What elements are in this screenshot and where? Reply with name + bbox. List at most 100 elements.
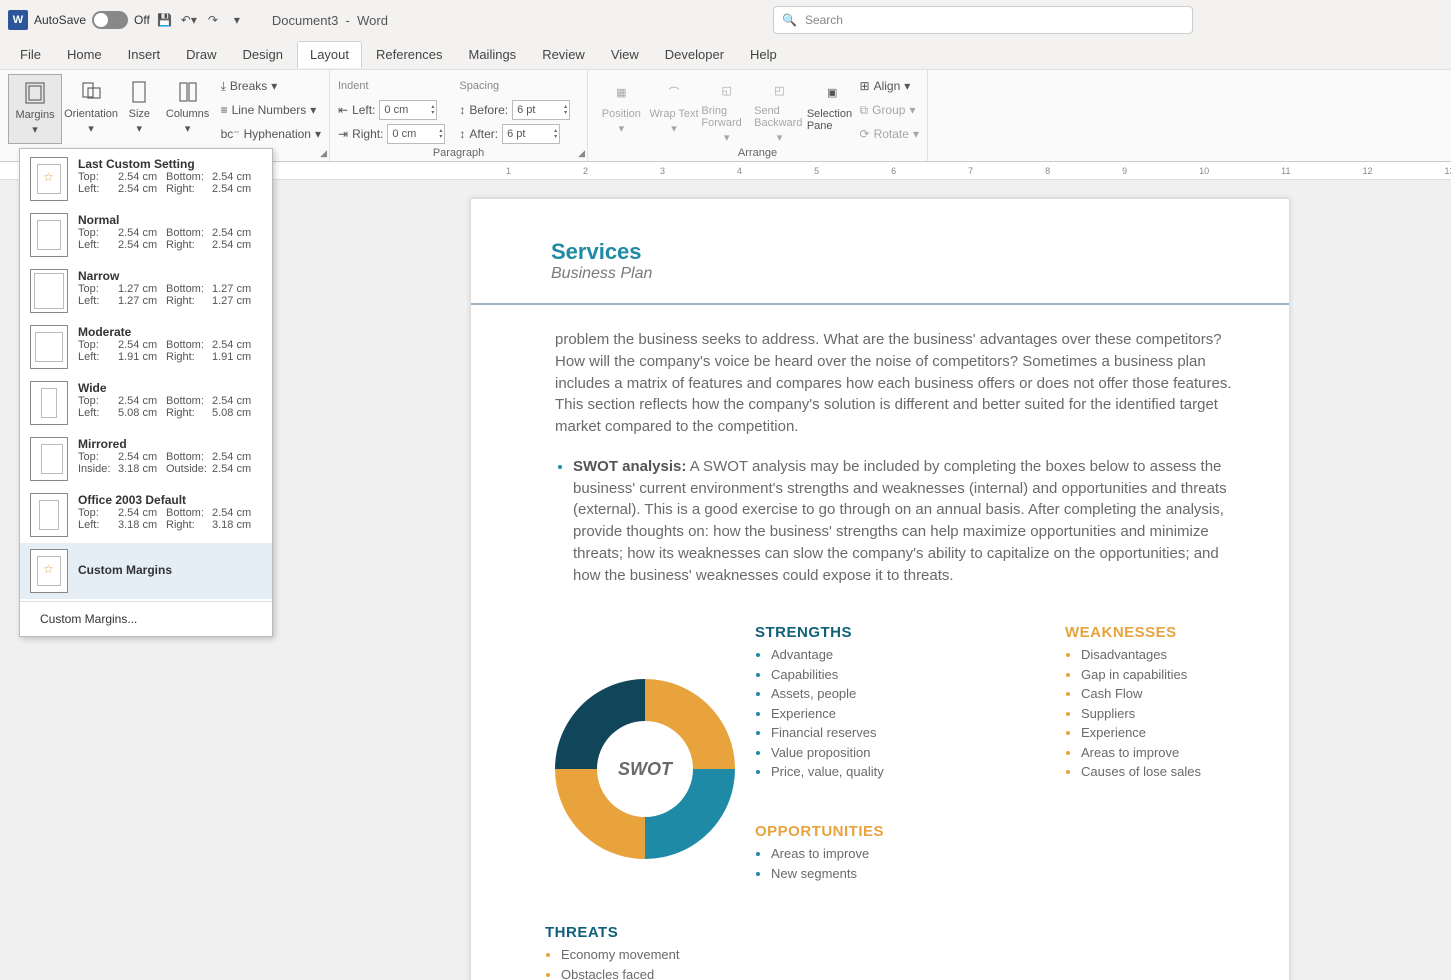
document-body[interactable]: problem the business seeks to address. W… bbox=[471, 305, 1289, 624]
margin-thumb-icon bbox=[30, 269, 68, 313]
list-item: Price, value, quality bbox=[771, 762, 1055, 782]
tab-design[interactable]: Design bbox=[231, 42, 295, 67]
tab-home[interactable]: Home bbox=[55, 42, 114, 67]
customize-qat-icon[interactable]: ▾ bbox=[228, 11, 246, 29]
selection-pane-icon: ▣ bbox=[818, 78, 846, 106]
tab-layout[interactable]: Layout bbox=[297, 41, 362, 68]
page-subtitle: Business Plan bbox=[551, 265, 1289, 283]
columns-icon bbox=[174, 78, 202, 106]
list-item: Economy movement bbox=[561, 945, 745, 965]
wrap-text-icon: ⌒ bbox=[660, 78, 688, 106]
indent-heading: Indent bbox=[338, 74, 445, 98]
list-item: Suppliers bbox=[1081, 704, 1265, 724]
send-backward-button[interactable]: ◰Send Backward▾ bbox=[754, 74, 805, 144]
indent-left-input[interactable]: 0 cm bbox=[379, 100, 437, 120]
margin-preset-last-custom-setting[interactable]: Last Custom SettingTop:2.54 cmBottom:2.5… bbox=[20, 151, 272, 207]
margin-preset-office-2003-default[interactable]: Office 2003 DefaultTop:2.54 cmBottom:2.5… bbox=[20, 487, 272, 543]
tab-draw[interactable]: Draw bbox=[174, 42, 228, 67]
margin-preset-narrow[interactable]: NarrowTop:1.27 cmBottom:1.27 cmLeft:1.27… bbox=[20, 263, 272, 319]
rotate-icon: ⟳ bbox=[860, 127, 870, 141]
custom-margins-command[interactable]: Custom Margins... bbox=[20, 604, 272, 634]
tab-references[interactable]: References bbox=[364, 42, 454, 67]
tab-help[interactable]: Help bbox=[738, 42, 789, 67]
send-backward-icon: ◰ bbox=[765, 78, 793, 103]
word-app-icon: W bbox=[8, 10, 28, 30]
group-icon: ⧉ bbox=[860, 103, 869, 118]
paragraph-dialog-launcher[interactable]: ◢ bbox=[578, 148, 585, 159]
threats-title: THREATS bbox=[545, 924, 745, 941]
ribbon-tabs: FileHomeInsertDrawDesignLayoutReferences… bbox=[0, 40, 1451, 70]
breaks-icon: ⤓ bbox=[221, 79, 226, 94]
list-item: Experience bbox=[1081, 723, 1265, 743]
position-icon: ▦ bbox=[607, 78, 635, 106]
line-numbers-button[interactable]: ≡ Line Numbers ▾ bbox=[221, 98, 321, 122]
orientation-icon bbox=[77, 78, 105, 106]
list-item: Experience bbox=[771, 704, 1055, 724]
tab-insert[interactable]: Insert bbox=[116, 42, 173, 67]
margin-preset-mirrored[interactable]: MirroredTop:2.54 cmBottom:2.54 cmInside:… bbox=[20, 431, 272, 487]
list-item: Assets, people bbox=[771, 684, 1055, 704]
tab-view[interactable]: View bbox=[599, 42, 651, 67]
rotate-button[interactable]: ⟳Rotate ▾ bbox=[860, 122, 919, 146]
columns-button[interactable]: Columns▾ bbox=[161, 74, 215, 144]
strengths-title: STRENGTHS bbox=[755, 624, 1055, 641]
weaknesses-title: WEAKNESSES bbox=[1065, 624, 1265, 641]
orientation-button[interactable]: Orientation▾ bbox=[64, 74, 118, 144]
list-item: Causes of lose sales bbox=[1081, 762, 1265, 782]
tab-review[interactable]: Review bbox=[530, 42, 597, 67]
redo-button[interactable]: ↷ bbox=[204, 11, 222, 29]
spacing-heading: Spacing bbox=[459, 74, 570, 98]
save-icon[interactable]: 💾 bbox=[156, 11, 174, 29]
page-setup-dialog-launcher[interactable]: ◢ bbox=[320, 148, 327, 159]
paragraph-group-label: Paragraph bbox=[338, 147, 579, 159]
undo-button[interactable]: ↶▾ bbox=[180, 11, 198, 29]
body-paragraph: problem the business seeks to address. W… bbox=[555, 329, 1237, 438]
group-arrange: ▦Position▾ ⌒Wrap Text▾ ◱Bring Forward▾ ◰… bbox=[588, 70, 928, 161]
wrap-text-button[interactable]: ⌒Wrap Text▾ bbox=[649, 74, 700, 144]
list-item: Obstacles faced bbox=[561, 965, 745, 980]
arrange-group-label: Arrange bbox=[596, 147, 919, 159]
line-numbers-icon: ≡ bbox=[221, 103, 228, 117]
toggle-switch-icon[interactable] bbox=[92, 11, 128, 29]
autosave-label: AutoSave bbox=[34, 13, 86, 27]
margin-thumb-icon bbox=[30, 493, 68, 537]
list-item: Advantage bbox=[771, 645, 1055, 665]
indent-right-input[interactable]: 0 cm bbox=[387, 124, 445, 144]
margin-preset-normal[interactable]: NormalTop:2.54 cmBottom:2.54 cmLeft:2.54… bbox=[20, 207, 272, 263]
list-item: Areas to improve bbox=[1081, 743, 1265, 763]
breaks-button[interactable]: ⤓ Breaks ▾ bbox=[221, 74, 321, 98]
margin-custom-row[interactable]: Custom Margins bbox=[20, 543, 272, 599]
search-icon: 🔍 bbox=[782, 13, 797, 27]
tab-developer[interactable]: Developer bbox=[653, 42, 736, 67]
swot-diagram: STRENGTHS AdvantageCapabilitiesAssets, p… bbox=[471, 624, 1289, 980]
bring-forward-button[interactable]: ◱Bring Forward▾ bbox=[701, 74, 752, 144]
opportunities-title: OPPORTUNITIES bbox=[755, 823, 1055, 840]
threats-column: THREATS Economy movementObstacles faced bbox=[545, 924, 745, 980]
size-button[interactable]: Size▾ bbox=[120, 74, 159, 144]
tab-mailings[interactable]: Mailings bbox=[457, 42, 529, 67]
align-icon: ⊞ bbox=[860, 79, 870, 93]
autosave-state: Off bbox=[134, 13, 150, 27]
hyphenation-button[interactable]: bc⁻ Hyphenation ▾ bbox=[221, 122, 321, 146]
search-placeholder: Search bbox=[805, 13, 843, 27]
margins-icon bbox=[21, 79, 49, 107]
space-before-input[interactable]: 6 pt bbox=[512, 100, 570, 120]
margin-thumb-icon bbox=[30, 381, 68, 425]
autosave-toggle[interactable]: AutoSave Off bbox=[34, 11, 150, 29]
margin-preset-wide[interactable]: WideTop:2.54 cmBottom:2.54 cmLeft:5.08 c… bbox=[20, 375, 272, 431]
margins-button[interactable]: Margins▾ bbox=[8, 74, 62, 144]
search-input[interactable]: 🔍 Search bbox=[773, 6, 1193, 34]
margin-preset-moderate[interactable]: ModerateTop:2.54 cmBottom:2.54 cmLeft:1.… bbox=[20, 319, 272, 375]
position-button[interactable]: ▦Position▾ bbox=[596, 74, 647, 144]
align-button[interactable]: ⊞Align ▾ bbox=[860, 74, 919, 98]
selection-pane-button[interactable]: ▣Selection Pane bbox=[807, 74, 858, 144]
list-item: Gap in capabilities bbox=[1081, 665, 1265, 685]
margin-thumb-icon bbox=[30, 157, 68, 201]
document-page: Services Business Plan problem the busin… bbox=[470, 198, 1290, 980]
space-after-input[interactable]: 6 pt bbox=[502, 124, 560, 144]
group-button[interactable]: ⧉Group ▾ bbox=[860, 98, 919, 122]
swot-center-label: SWOT bbox=[618, 759, 672, 780]
tab-file[interactable]: File bbox=[8, 42, 53, 67]
margins-dropdown-menu: Last Custom SettingTop:2.54 cmBottom:2.5… bbox=[19, 148, 273, 637]
margin-thumb-icon bbox=[30, 437, 68, 481]
